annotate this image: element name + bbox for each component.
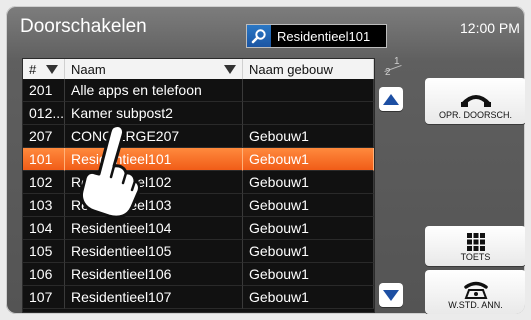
phone-icon bbox=[463, 281, 488, 299]
row-building: Gebouw1 bbox=[243, 125, 374, 148]
search-icon[interactable] bbox=[247, 25, 271, 47]
tap-gesture-hand bbox=[74, 121, 141, 224]
column-header-name[interactable]: Naam bbox=[65, 59, 243, 79]
row-number: 201 bbox=[23, 79, 65, 102]
row-number: 012... bbox=[23, 102, 65, 125]
scroll-up-button[interactable] bbox=[379, 87, 403, 111]
row-name: Residentieel106 bbox=[65, 263, 243, 286]
row-building: Gebouw1 bbox=[243, 194, 374, 217]
row-name: Residentieel105 bbox=[65, 240, 243, 263]
row-number: 106 bbox=[23, 263, 65, 286]
transfer-operator-label: OPR. DOORSCH. bbox=[438, 110, 512, 120]
table-row[interactable]: 107 Residentieel107 Gebouw1 bbox=[23, 286, 374, 309]
device-screen: Doorschakelen Residentieel101 12:00 PM #… bbox=[0, 0, 531, 320]
standby-announcement-button[interactable]: W.STD. ANN. bbox=[425, 270, 525, 314]
row-number: 102 bbox=[23, 171, 65, 194]
row-building: Gebouw1 bbox=[243, 263, 374, 286]
standby-announcement-label: W.STD. ANN. bbox=[448, 300, 503, 310]
row-building: Gebouw1 bbox=[243, 148, 374, 171]
pointing-hand-icon bbox=[80, 124, 141, 219]
row-building bbox=[243, 79, 374, 102]
row-building: Gebouw1 bbox=[243, 171, 374, 194]
page-title: Doorschakelen bbox=[20, 16, 147, 37]
arrow-down-icon bbox=[383, 289, 399, 301]
sort-arrow-icon bbox=[46, 65, 58, 74]
sort-arrow-icon bbox=[224, 65, 236, 74]
keypad-icon bbox=[466, 233, 485, 251]
row-building: Gebouw1 bbox=[243, 240, 374, 263]
table-row[interactable]: 201 Alle apps en telefoon bbox=[23, 79, 374, 102]
page-indicator: 1 2 bbox=[378, 56, 406, 78]
keypad-button[interactable]: TOETS bbox=[425, 226, 525, 266]
table-header: # Naam Naam gebouw bbox=[23, 59, 374, 79]
row-number: 207 bbox=[23, 125, 65, 148]
search-field[interactable]: Residentieel101 bbox=[246, 24, 387, 48]
row-number: 101 bbox=[23, 148, 65, 171]
row-number: 104 bbox=[23, 217, 65, 240]
total-pages: 2 bbox=[385, 67, 391, 78]
scroll-down-button[interactable] bbox=[379, 283, 403, 307]
table-row[interactable]: 106 Residentieel106 Gebouw1 bbox=[23, 263, 374, 286]
row-name: Alle apps en telefoon bbox=[65, 79, 243, 102]
row-number: 105 bbox=[23, 240, 65, 263]
row-name: Residentieel107 bbox=[65, 286, 243, 309]
row-building: Gebouw1 bbox=[243, 286, 374, 309]
clock: 12:00 PM bbox=[460, 20, 520, 36]
row-building: Gebouw1 bbox=[243, 217, 374, 240]
row-number: 103 bbox=[23, 194, 65, 217]
transfer-handset-icon bbox=[460, 95, 491, 107]
column-header-building[interactable]: Naam gebouw bbox=[243, 59, 374, 79]
keypad-label: TOETS bbox=[460, 252, 491, 262]
column-header-number[interactable]: # bbox=[23, 59, 65, 79]
arrow-up-icon bbox=[383, 93, 399, 105]
transfer-operator-button[interactable]: OPR. DOORSCH. bbox=[425, 78, 525, 124]
table-row[interactable]: 105 Residentieel105 Gebouw1 bbox=[23, 240, 374, 263]
row-number: 107 bbox=[23, 286, 65, 309]
search-value: Residentieel101 bbox=[277, 28, 371, 44]
row-building bbox=[243, 102, 374, 125]
